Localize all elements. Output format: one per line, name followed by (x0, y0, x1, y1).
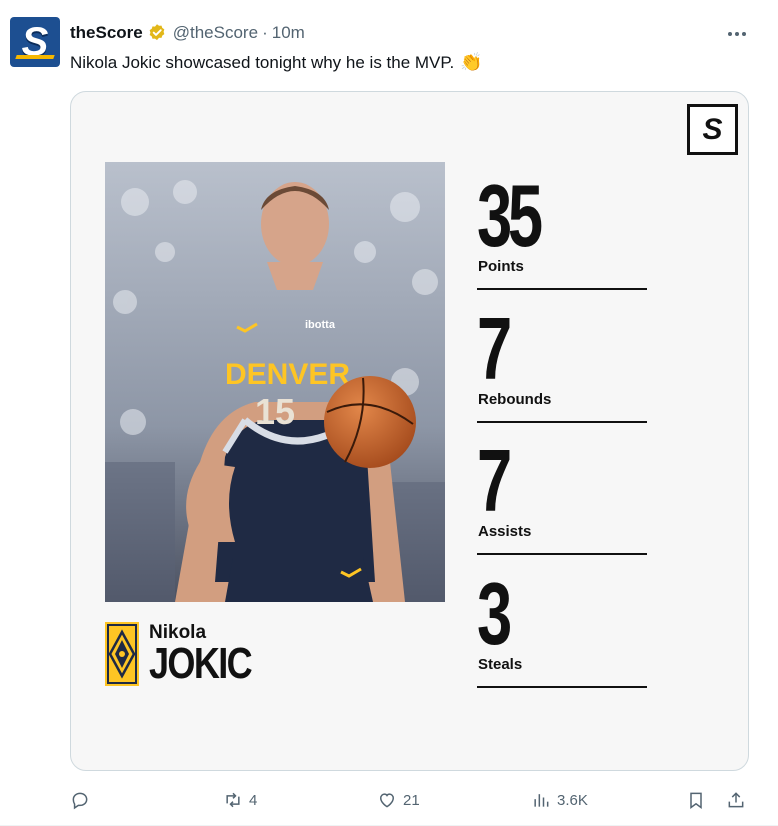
stat-label: Assists (478, 523, 532, 540)
avatar[interactable]: S (10, 17, 60, 67)
retweet-count: 4 (249, 791, 258, 809)
more-dot (742, 32, 746, 36)
stat-label: Points (478, 258, 524, 275)
basketball (324, 376, 416, 468)
retweet-icon (226, 792, 240, 808)
share-button[interactable] (726, 788, 746, 812)
stat-rebounds: 7 Rebounds (477, 305, 647, 425)
clapping-hands-emoji: 👏 (460, 52, 483, 72)
more-dot (735, 32, 739, 36)
like-button[interactable]: 21 (377, 788, 420, 812)
card-logo-letter: S (702, 112, 723, 146)
stat-divider (477, 421, 647, 423)
player-last-name: JOKIC (149, 639, 253, 688)
logo-stripe (15, 55, 55, 59)
stat-value: 7 (477, 299, 512, 398)
handle[interactable]: @theScore (173, 23, 258, 43)
analytics-icon (534, 794, 549, 807)
display-name[interactable]: theScore (70, 23, 143, 43)
card-logo-icon: S (687, 104, 738, 155)
like-count: 21 (403, 791, 420, 809)
views-button[interactable]: 3.6K (531, 788, 588, 812)
stat-label: Rebounds (478, 391, 552, 408)
reply-icon (72, 792, 88, 810)
tweet-body: Nikola Jokic showcased tonight why he is… (70, 52, 455, 72)
more-dot (728, 32, 732, 36)
stat-points: 35 Points (477, 172, 647, 292)
nuggets-logo-icon (105, 622, 139, 686)
stat-value: 7 (477, 431, 512, 530)
heart-icon (379, 793, 395, 808)
player-illustration: DENVER 15 ibotta (105, 162, 445, 602)
tweet-text: Nikola Jokic showcased tonight why he is… (70, 52, 483, 73)
tweet-header: theScore @theScore · 10m (70, 22, 305, 44)
tweet[interactable]: S theScore @theScore · 10m Nikola Jokic … (0, 0, 778, 826)
action-bar: 4 21 3.6K (70, 788, 760, 812)
verified-badge-icon[interactable] (147, 23, 167, 43)
stat-divider (477, 686, 647, 688)
timestamp[interactable]: 10m (272, 23, 305, 43)
views-count: 3.6K (557, 791, 588, 809)
jersey-team-text: DENVER (225, 358, 350, 391)
more-options-button[interactable] (722, 24, 752, 44)
stat-divider (477, 553, 647, 555)
reply-button[interactable] (70, 788, 96, 812)
stat-label: Steals (478, 656, 523, 673)
player-name-block: Nikola JOKIC (105, 622, 445, 692)
bookmark-button[interactable] (686, 788, 706, 812)
media-card[interactable]: S DENVER 15 ibotta Nikola JOKIC 35 Point… (70, 91, 749, 771)
player-photo: DENVER 15 ibotta (105, 162, 445, 602)
stat-assists: 7 Assists (477, 437, 647, 557)
jersey-number-text: 15 (255, 391, 295, 432)
jersey-sponsor-text: ibotta (305, 319, 336, 331)
retweet-button[interactable]: 4 (223, 788, 257, 812)
share-icon (728, 792, 744, 808)
stat-divider (477, 288, 647, 290)
separator: · (262, 23, 268, 42)
stat-steals: 3 Steals (477, 570, 647, 690)
stat-value: 3 (477, 564, 512, 663)
stat-value: 35 (477, 166, 543, 265)
bookmark-icon (690, 792, 702, 809)
